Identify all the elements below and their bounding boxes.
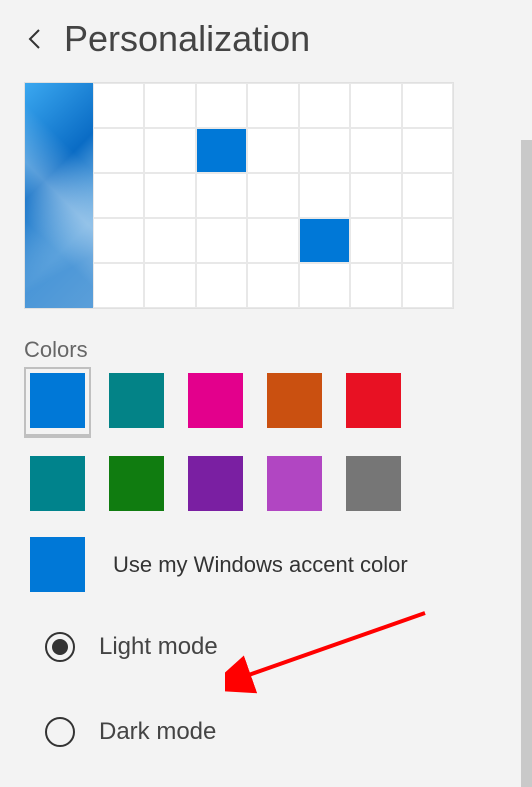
- scrollbar[interactable]: [521, 140, 532, 787]
- color-swatch-selected[interactable]: [24, 367, 91, 438]
- color-swatch[interactable]: [346, 456, 401, 511]
- color-swatch[interactable]: [30, 373, 85, 428]
- color-swatch[interactable]: [109, 373, 164, 428]
- accent-option[interactable]: Use my Windows accent color: [30, 537, 508, 592]
- preview-accent-tile: [299, 218, 350, 263]
- color-swatch[interactable]: [346, 373, 401, 428]
- back-icon[interactable]: [22, 27, 46, 51]
- light-mode-label: Light mode: [99, 633, 218, 661]
- accent-preview-swatch: [30, 537, 85, 592]
- preview-wallpaper: [25, 83, 93, 308]
- preview-accent-tile: [196, 128, 247, 173]
- page-title: Personalization: [64, 18, 310, 60]
- color-swatch[interactable]: [267, 373, 322, 428]
- color-swatch[interactable]: [188, 373, 243, 428]
- color-swatch[interactable]: [188, 456, 243, 511]
- color-swatches-row-1: [30, 373, 508, 432]
- theme-preview: [24, 82, 454, 309]
- radio-icon: [45, 717, 75, 747]
- dark-mode-label: Dark mode: [99, 718, 216, 746]
- colors-label: Colors: [24, 337, 508, 363]
- radio-icon: [45, 632, 75, 662]
- accent-label: Use my Windows accent color: [113, 552, 408, 578]
- dark-mode-option[interactable]: Dark mode: [45, 717, 508, 747]
- light-mode-option[interactable]: Light mode: [45, 632, 508, 662]
- color-swatches-row-2: [30, 456, 508, 511]
- color-swatch[interactable]: [109, 456, 164, 511]
- color-swatch[interactable]: [267, 456, 322, 511]
- radio-selected-dot: [52, 639, 68, 655]
- color-swatch[interactable]: [30, 456, 85, 511]
